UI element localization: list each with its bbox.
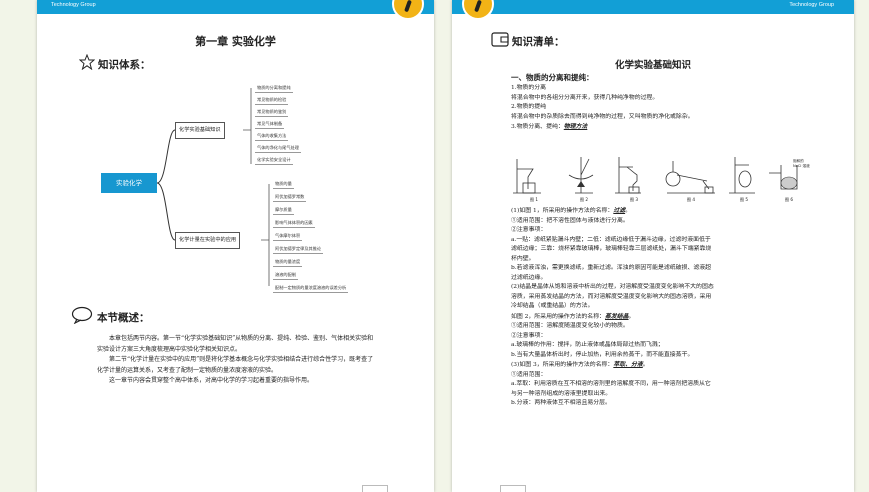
mindmap-lines — [156, 88, 270, 286]
figure-6: 饱和的 NaCl 溶液 图 6 — [767, 155, 811, 203]
methods-block: (1)如图 1，所采用的操作方法的名称：过滤。 ①适用范围：把不溶性固体与液体进… — [511, 206, 811, 409]
text-line: (2)结晶是晶体从饱和溶液中析出的过程，对溶解度受温度变化影响不大的固态 — [511, 284, 714, 290]
method-evaporation: 蒸发结晶 — [604, 312, 629, 320]
list-heading: 知识清单： — [512, 36, 565, 48]
text-line: 3.物质分离、提纯：物理方法 — [511, 123, 588, 130]
overview-heading: 本节概述： — [97, 312, 150, 324]
mindmap-leaf: 气体的净化与尾气处理 — [255, 143, 301, 153]
mindmap-leaf: 气体的收集方法 — [255, 131, 289, 141]
text-line: a.萃取：利用溶质在互不相溶的溶剂里的溶解度不同，用一种溶剂把溶质从它 — [511, 381, 711, 387]
text-line: 杯内壁。 — [511, 255, 535, 262]
text-line: 与另一种溶剂组成的溶液里提取出来。 — [511, 390, 612, 397]
mindmap-root: 实验化学 — [101, 173, 157, 193]
text-line: ②注意事项： — [511, 332, 547, 339]
mindmap-leaf: 配制一定物质的量浓度溶液的误差分析 — [273, 283, 349, 293]
mindmap-leaf: 溶液的配制 — [273, 270, 298, 280]
figure-3: 图 3 — [611, 155, 657, 203]
text-line: 2.物质的提纯 — [511, 104, 547, 110]
figure-6-label: 饱和的 NaCl 溶液 — [793, 159, 810, 168]
brand-label: Technology Group — [789, 2, 834, 8]
mindmap-leaf: 摩尔质量 — [273, 205, 294, 215]
logo-icon — [462, 0, 494, 20]
mindmap-leaf: 常见物质的检验 — [255, 95, 289, 105]
right-page: Technology Group 知识清单： 化学实验基础知识 一、物质的分离和… — [452, 0, 854, 492]
doc-title: 化学实验基础知识 — [614, 60, 691, 71]
method-filtration: 过滤 — [613, 207, 626, 214]
text-line: ①适用范围： — [511, 371, 547, 378]
text-line: a.玻璃棒的作用：搅拌，防止液体或晶体局部过热而飞溅； — [511, 342, 664, 348]
overview-paragraph: 第二节“化学计量在实验中的应用”则是将化学基本概念与化学实验相结合进行综合性学习… — [97, 356, 374, 374]
text-line: (3)如图 3，所采用的操作方法的名称：萃取、分液。 — [511, 361, 649, 368]
text-line: 1.物质的分离 — [511, 85, 547, 91]
page-footer-mark — [362, 485, 388, 492]
figure-4: 图 4 — [661, 155, 721, 203]
text-line: ①适用范围：把不溶性固体与液体进行分离。 — [511, 217, 629, 224]
figure-2: 图 2 — [561, 155, 607, 203]
mindmap-leaf: 气体摩尔体积 — [273, 231, 303, 241]
mindmap-leaf: 物质的分离和提纯 — [255, 83, 293, 93]
wallet-icon — [491, 32, 509, 47]
section1-block: 一、物质的分离和提纯： 1.物质的分离 将混合物中的各组分分离开来，获得几种纯净… — [511, 72, 811, 133]
overview-text: 本章包括两节内容。第一节“化学实验基础知识”从物质的分离、提纯、检验、鉴别、气体… — [97, 334, 379, 387]
text-line: b.分液：两种液体互不相溶且易分层。 — [511, 400, 611, 406]
speech-bubble-icon — [71, 306, 93, 324]
text-line: ②注意事项： — [511, 227, 547, 233]
text-line: 溶质，采用蒸发结晶的方法，而对溶解度受温度变化影响大的固态溶质，采用 — [511, 293, 712, 300]
mindmap-leaf: 阿伏加德罗定律及其推论 — [273, 244, 324, 254]
left-page: Technology Group 第一章 实验化学 知识体系： 实验化学 化学实… — [37, 0, 434, 492]
page-footer-mark — [500, 485, 526, 492]
text-line: 将混合物中的各组分分离开来，获得几种纯净物的过程。 — [511, 94, 659, 101]
mindmap-leaf: 物质的量浓度 — [273, 257, 303, 267]
text-line: 如图 2，所采用的操作方法的名称：蒸发结晶。 — [511, 312, 635, 320]
method-label: 物理方法 — [563, 123, 588, 130]
header-bar: Technology Group — [452, 0, 854, 14]
mindmap-leaf: 阿伏加德罗常数 — [273, 192, 307, 202]
apparatus-figures: 图 1 图 2 图 3 图 4 图 5 饱和的 NaCl 溶液 图 6 — [511, 155, 811, 205]
overview-paragraph: 这一章节内容会贯穿整个高中体系，对高中化学的学习起着重要的指导作用。 — [109, 377, 314, 384]
text-line: 将混合物中的杂质除去而得到纯净物的过程，又叫物质的净化或除杂。 — [511, 113, 694, 120]
mindmap-leaf: 化学实验安全设计 — [255, 155, 293, 165]
text-line: b.若滤液浑浊，需更换滤纸，重新过滤。浑浊的原因可能是滤纸破损、滤液超 — [511, 265, 712, 271]
method-extraction: 萃取、分液 — [613, 361, 643, 368]
text-line: ①适用范围：溶解度随温度变化较小的物质。 — [511, 323, 629, 329]
text-line: b.当有大量晶体析出时，停止加热，利用余热蒸干，而不能直接蒸干。 — [511, 351, 694, 358]
section1-heading: 一、物质的分离和提纯： — [511, 73, 594, 82]
text-line: (1)如图 1，所采用的操作方法的名称：过滤。 — [511, 207, 631, 214]
mindmap-branch-stoichiometry: 化学计量在实验中的应用 — [175, 232, 241, 249]
figure-1: 图 1 — [511, 155, 557, 203]
text-line: 滤纸边缘；三靠：烧杯紧靠玻璃棒，玻璃棒轻靠三层滤纸处，漏斗下端紧靠烧 — [511, 246, 712, 252]
text-line: 过滤纸边缘。 — [511, 274, 547, 281]
figure-5: 图 5 — [725, 155, 763, 203]
mindmap-leaf: 常见物质的鉴别 — [255, 107, 289, 117]
mindmap-leaf: 影响气体体积的因素 — [273, 218, 315, 228]
text-line: a.一贴：滤纸紧贴漏斗内壁；二低：滤纸边缘低于漏斗边缘，过滤时液面低于 — [511, 236, 711, 243]
text-line: 冷却结晶（或重结晶）的方法。 — [511, 303, 594, 309]
overview-paragraph: 本章包括两节内容。第一节“化学实验基础知识”从物质的分离、提纯、检验、鉴别、气体… — [97, 335, 374, 353]
mindmap-leaf: 物质的量 — [273, 179, 294, 189]
mindmap-branch-basics: 化学实验基础知识 — [175, 122, 225, 139]
mindmap-leaf: 常见气体制备 — [255, 119, 285, 129]
